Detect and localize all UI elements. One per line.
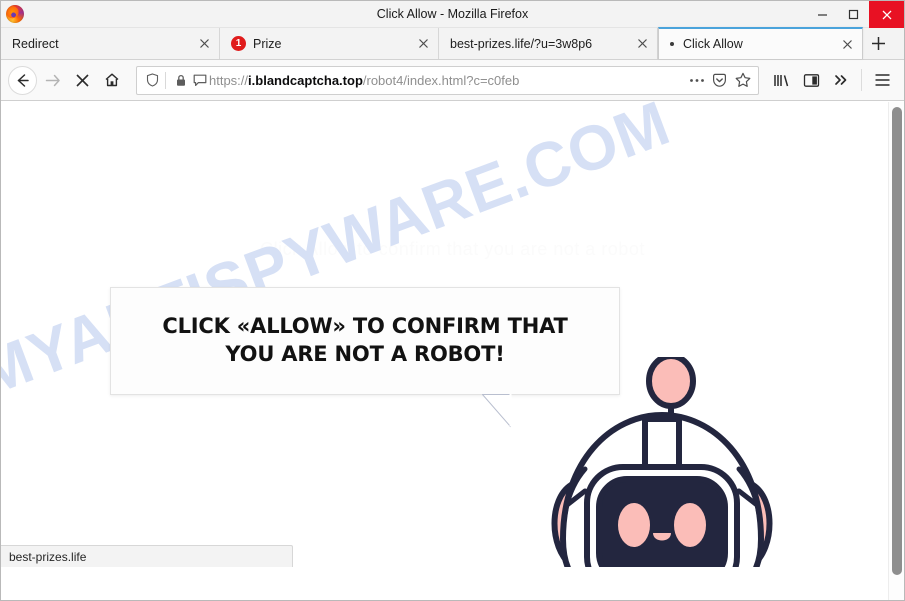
window-controls — [807, 1, 904, 28]
stop-x-icon[interactable] — [67, 65, 97, 95]
star-icon[interactable] — [731, 72, 754, 88]
bubble-message: CLICK «ALLOW» TO CONFIRM THAT YOU ARE NO… — [162, 314, 568, 366]
tab-bar: Redirect 1 Prize best-prizes.life/?u=3w8… — [1, 27, 904, 60]
tab-label: best-prizes.life/?u=3w8p6 — [450, 36, 593, 51]
ellipsis-icon[interactable] — [685, 78, 708, 83]
library-icon[interactable] — [766, 65, 796, 95]
pocket-icon[interactable] — [708, 73, 731, 88]
new-tab-button[interactable] — [863, 28, 893, 59]
speech-bubble-tail — [482, 394, 512, 428]
firefox-logo-icon — [6, 5, 24, 23]
notification-permission-icon[interactable] — [190, 74, 209, 87]
robot-mascot-illustration — [551, 357, 773, 567]
close-icon[interactable] — [836, 33, 858, 55]
ghost-heading: Click Allow to confirm that you are not … — [260, 239, 645, 259]
tab-prize[interactable]: 1 Prize — [220, 28, 439, 59]
close-icon[interactable] — [631, 33, 653, 55]
sidebar-icon[interactable] — [796, 65, 826, 95]
close-icon[interactable] — [193, 33, 215, 55]
vertical-scrollbar[interactable] — [888, 102, 904, 600]
tab-click-allow[interactable]: Click Allow — [658, 27, 863, 59]
double-chevron-right-icon[interactable] — [826, 65, 856, 95]
urlbar-divider — [165, 71, 166, 89]
tab-notification-badge: 1 — [231, 36, 246, 51]
maximize-button[interactable] — [838, 1, 869, 28]
home-icon[interactable] — [97, 65, 127, 95]
close-icon[interactable] — [412, 33, 434, 55]
window-title: Click Allow - Mozilla Firefox — [376, 7, 529, 21]
title-bar: Click Allow - Mozilla Firefox — [1, 1, 904, 28]
back-arrow-icon[interactable] — [8, 65, 37, 95]
navigation-toolbar: https://i.blandcaptcha.top/robot4/index.… — [1, 60, 904, 101]
hamburger-menu-icon[interactable] — [867, 65, 897, 95]
tab-redirect[interactable]: Redirect — [1, 28, 220, 59]
shield-icon[interactable] — [143, 73, 162, 87]
favicon-dot-icon — [670, 42, 674, 46]
minimize-button[interactable] — [807, 1, 838, 28]
padlock-icon[interactable] — [171, 74, 190, 87]
tab-label: Prize — [253, 36, 282, 51]
tab-label: Redirect — [12, 36, 59, 51]
forward-arrow-icon[interactable] — [37, 65, 67, 95]
status-bar: best-prizes.life — [1, 545, 293, 567]
status-link-target: best-prizes.life — [9, 549, 87, 564]
url-text: https://i.blandcaptcha.top/robot4/index.… — [209, 72, 520, 88]
tab-label: Click Allow — [683, 37, 743, 51]
toolbar-divider — [861, 69, 862, 91]
page-content: Click Allow to confirm that you are not … — [1, 101, 904, 567]
scrollbar-thumb[interactable] — [892, 107, 902, 575]
browser-window: Click Allow - Mozilla Firefox Redirect 1… — [0, 0, 905, 601]
tab-best-prizes[interactable]: best-prizes.life/?u=3w8p6 — [439, 28, 658, 59]
urlbar-actions — [685, 72, 754, 88]
close-window-button[interactable] — [869, 1, 904, 28]
url-bar[interactable]: https://i.blandcaptcha.top/robot4/index.… — [136, 65, 759, 95]
